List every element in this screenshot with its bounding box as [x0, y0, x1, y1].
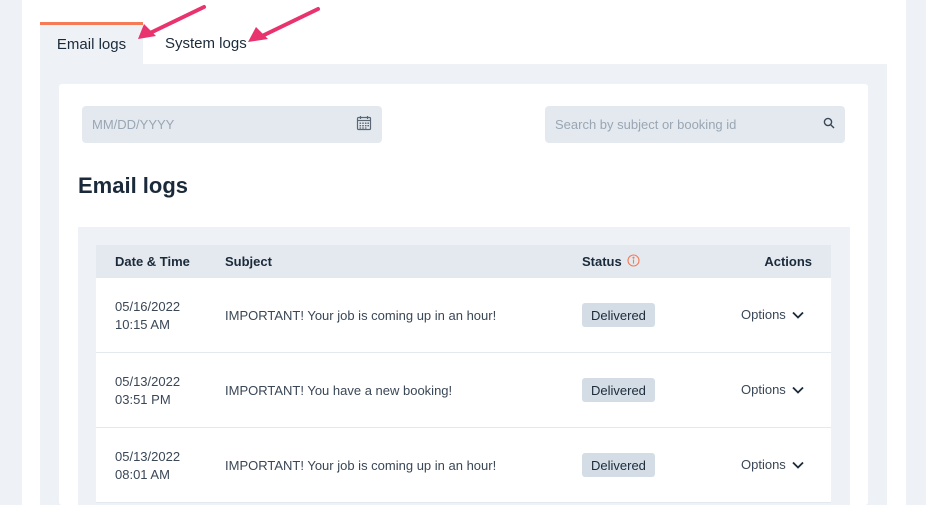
calendar-icon[interactable] — [356, 115, 372, 134]
header-actions: Actions — [764, 254, 812, 269]
row-datetime: 05/13/2022 03:51 PM — [115, 373, 180, 409]
row-subject: IMPORTANT! Your job is coming up in an h… — [225, 458, 497, 473]
row-datetime: 05/16/2022 10:15 AM — [115, 298, 180, 334]
row-subject: IMPORTANT! You have a new booking! — [225, 383, 453, 398]
table-row: 05/13/2022 08:01 AM IMPORTANT! Your job … — [96, 428, 831, 503]
table-header: Date & Time Subject Status Actions — [96, 245, 831, 278]
row-time: 03:51 PM — [115, 392, 171, 407]
row-time: 10:15 AM — [115, 317, 170, 332]
annotation-arrow-icon — [138, 5, 206, 39]
tab-label: Email logs — [56, 36, 127, 53]
table-row: 05/16/2022 10:15 AM IMPORTANT! Your job … — [96, 278, 831, 353]
options-label: Options — [741, 307, 786, 322]
options-label: Options — [741, 382, 786, 397]
row-time: 08:01 AM — [115, 467, 170, 482]
row-date: 05/16/2022 — [115, 299, 181, 314]
header-status-label: Status — [582, 254, 622, 269]
header-subject: Subject — [225, 254, 272, 269]
search-icon[interactable] — [823, 117, 835, 132]
chevron-down-icon — [792, 382, 804, 397]
row-date: 05/13/2022 — [115, 374, 181, 389]
options-dropdown[interactable]: Options — [741, 307, 804, 322]
info-icon[interactable] — [627, 253, 640, 270]
options-dropdown[interactable]: Options — [741, 382, 804, 397]
row-date: 05/13/2022 — [115, 449, 181, 464]
chevron-down-icon — [792, 307, 804, 322]
options-label: Options — [741, 457, 786, 472]
options-dropdown[interactable]: Options — [741, 457, 804, 472]
annotation-arrow-icon — [248, 7, 320, 42]
date-filter-input[interactable]: MM/DD/YYYY — [82, 106, 382, 143]
email-logs-table: Date & Time Subject Status Actions 05/16… — [96, 245, 831, 503]
header-status: Status — [582, 253, 640, 270]
status-badge: Delivered — [582, 453, 655, 477]
date-placeholder: MM/DD/YYYY — [92, 117, 175, 132]
chevron-down-icon — [792, 457, 804, 472]
page-title: Email logs — [78, 173, 189, 198]
row-datetime: 05/13/2022 08:01 AM — [115, 448, 180, 484]
status-badge: Delivered — [582, 303, 655, 327]
search-placeholder: Search by subject or booking id — [555, 117, 737, 132]
search-input[interactable]: Search by subject or booking id — [545, 106, 845, 143]
table-row: 05/13/2022 03:51 PM IMPORTANT! You have … — [96, 353, 831, 428]
header-date: Date & Time — [115, 254, 190, 269]
status-badge: Delivered — [582, 378, 655, 402]
row-subject: IMPORTANT! Your job is coming up in an h… — [225, 308, 497, 323]
tab-email-logs[interactable]: Email logs — [40, 22, 143, 64]
